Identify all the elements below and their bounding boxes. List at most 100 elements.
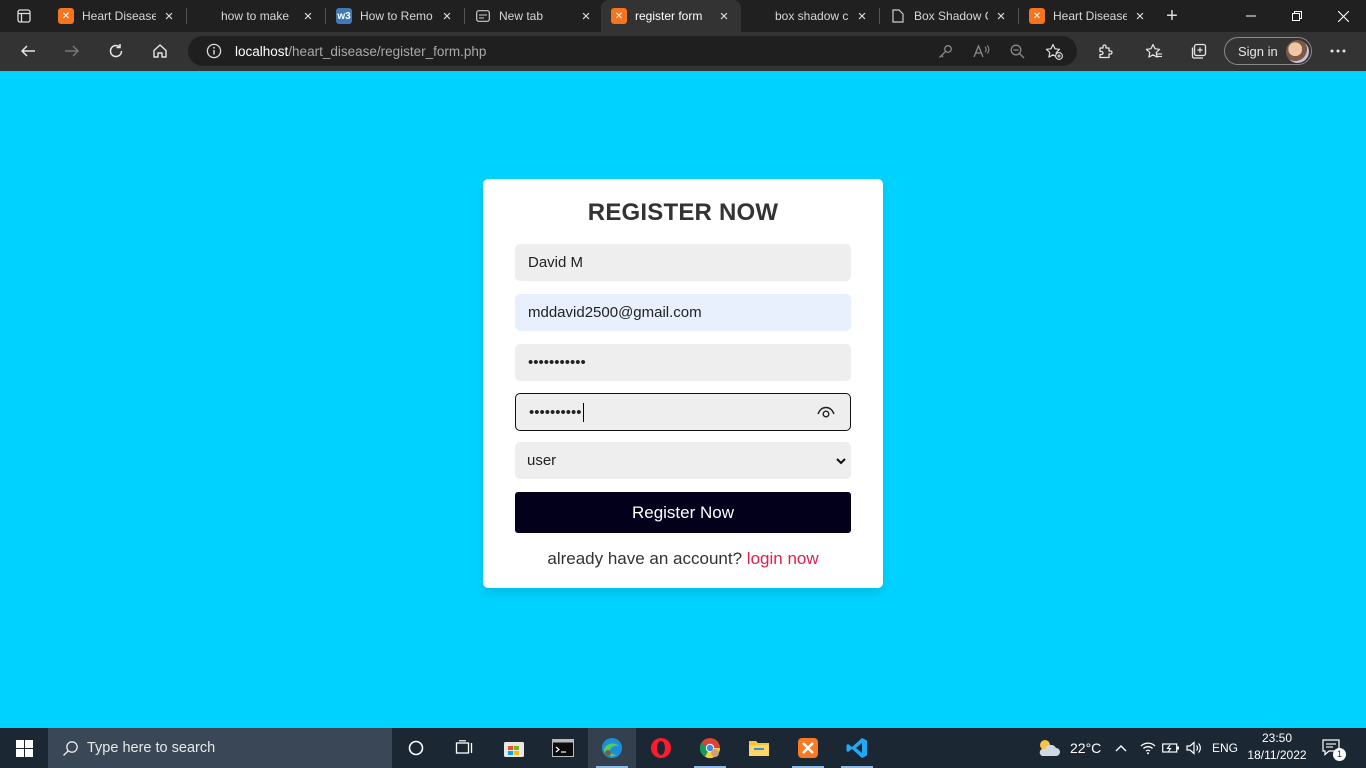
zoom-out-icon[interactable] bbox=[1002, 40, 1032, 62]
file-explorer-app[interactable] bbox=[735, 728, 783, 768]
read-aloud-icon[interactable] bbox=[966, 40, 996, 62]
sign-in-label: Sign in bbox=[1238, 43, 1278, 59]
close-tab-icon[interactable]: × bbox=[1133, 8, 1147, 25]
user-type-selected-value: user bbox=[527, 452, 557, 469]
forward-button[interactable] bbox=[56, 36, 88, 66]
tab-register-form[interactable]: ✕ register form × bbox=[601, 0, 741, 32]
battery-button[interactable] bbox=[1162, 728, 1180, 768]
volume-button[interactable] bbox=[1186, 728, 1203, 768]
login-now-link[interactable]: login now bbox=[747, 549, 819, 568]
close-tab-icon[interactable]: × bbox=[855, 8, 869, 25]
restore-button[interactable] bbox=[1274, 0, 1320, 32]
cortana-button[interactable] bbox=[392, 728, 440, 768]
speaker-icon bbox=[1186, 741, 1201, 755]
network-button[interactable] bbox=[1140, 728, 1156, 768]
login-prompt-text: already have an account? bbox=[547, 549, 743, 568]
close-tab-icon[interactable]: × bbox=[994, 8, 1008, 25]
taskbar-search-box[interactable]: Type here to search bbox=[48, 728, 392, 768]
name-input[interactable]: David M bbox=[515, 244, 851, 281]
close-tab-icon[interactable]: × bbox=[162, 8, 176, 25]
extensions-button[interactable] bbox=[1089, 36, 1121, 66]
close-tab-icon[interactable]: × bbox=[440, 8, 454, 25]
tab-title: how to make bbox=[221, 9, 290, 23]
tab-title: Box Shadow C bbox=[914, 9, 988, 23]
tab-new-tab[interactable]: New tab × bbox=[465, 0, 603, 32]
refresh-icon bbox=[109, 44, 123, 58]
notification-center-button[interactable]: 1 bbox=[1322, 728, 1346, 768]
password-input-value: ••••••••••• bbox=[528, 354, 586, 371]
confirm-password-input-value: •••••••••• bbox=[529, 403, 582, 421]
document-icon bbox=[890, 8, 906, 24]
task-view-button[interactable] bbox=[440, 728, 488, 768]
site-info-icon[interactable] bbox=[198, 43, 230, 59]
tab-title: box shadow c bbox=[775, 9, 849, 23]
vscode-app[interactable] bbox=[833, 728, 881, 768]
favorites-button[interactable] bbox=[1138, 36, 1170, 66]
forward-arrow-icon bbox=[65, 45, 80, 57]
email-input[interactable]: mddavid2500@gmail.com bbox=[515, 294, 851, 331]
edge-app[interactable] bbox=[588, 728, 636, 768]
settings-menu-button[interactable] bbox=[1322, 36, 1354, 66]
form-heading: REGISTER NOW bbox=[587, 199, 779, 226]
close-window-button[interactable] bbox=[1320, 0, 1366, 32]
close-tab-icon[interactable]: × bbox=[301, 8, 315, 25]
chrome-icon bbox=[699, 738, 721, 759]
password-key-icon[interactable] bbox=[930, 40, 960, 62]
tab-title: Heart Disease bbox=[82, 9, 156, 23]
url-text[interactable]: localhost/heart_disease/register_form.ph… bbox=[235, 44, 486, 59]
home-button[interactable] bbox=[144, 36, 176, 66]
tab-heart-disease-2[interactable]: ✕ Heart Disease × bbox=[1019, 0, 1157, 32]
edge-icon bbox=[602, 738, 622, 758]
clock-time: 23:50 bbox=[1261, 731, 1293, 745]
tab-actions-icon bbox=[17, 9, 31, 23]
minimize-icon bbox=[1246, 15, 1256, 17]
add-favorite-icon[interactable] bbox=[1039, 40, 1069, 62]
chevron-down-icon bbox=[835, 454, 847, 471]
url-host: localhost bbox=[235, 43, 289, 59]
show-hidden-icons-button[interactable] bbox=[1114, 728, 1128, 768]
password-input[interactable]: ••••••••••• bbox=[515, 344, 851, 381]
start-button[interactable] bbox=[0, 728, 48, 768]
tab-how-to-remove[interactable]: w3 How to Remo × bbox=[326, 0, 464, 32]
confirm-password-input[interactable]: •••••••••• bbox=[515, 393, 851, 431]
xampp-icon bbox=[798, 738, 818, 758]
xampp-app[interactable] bbox=[784, 728, 832, 768]
terminal-app[interactable] bbox=[539, 728, 587, 768]
newtab-icon bbox=[475, 8, 491, 24]
new-tab-button[interactable]: + bbox=[1158, 0, 1186, 32]
tab-box-shadow-1[interactable]: box shadow c × bbox=[741, 0, 879, 32]
show-password-eye-icon[interactable] bbox=[816, 404, 836, 420]
w3schools-icon: w3 bbox=[336, 8, 352, 24]
chrome-app[interactable] bbox=[686, 728, 734, 768]
vscode-icon bbox=[846, 738, 867, 758]
address-bar[interactable]: localhost/heart_disease/register_form.ph… bbox=[188, 36, 1077, 66]
register-now-button[interactable]: Register Now bbox=[515, 492, 851, 533]
microsoft-store-app[interactable] bbox=[490, 728, 538, 768]
input-language-indicator[interactable]: ENG bbox=[1212, 728, 1238, 768]
close-tab-icon[interactable]: × bbox=[579, 8, 593, 25]
tab-heart-disease-1[interactable]: ✕ Heart Disease × bbox=[48, 0, 186, 32]
taskbar-clock[interactable]: 23:50 18/11/2022 bbox=[1240, 730, 1314, 764]
partly-cloudy-icon bbox=[1039, 740, 1060, 756]
back-button[interactable] bbox=[12, 36, 44, 66]
tab-how-to-make[interactable]: how to make × bbox=[187, 0, 325, 32]
plus-icon: + bbox=[1166, 4, 1178, 27]
edge-blank-icon bbox=[197, 8, 213, 24]
close-icon bbox=[1337, 10, 1349, 22]
tab-box-shadow-2[interactable]: Box Shadow C × bbox=[880, 0, 1018, 32]
opera-app[interactable] bbox=[637, 728, 685, 768]
more-horizontal-icon bbox=[1330, 49, 1346, 53]
browser-tab-bar: ✕ Heart Disease × how to make × w3 How t… bbox=[0, 0, 1366, 32]
tab-title: register form bbox=[635, 9, 703, 23]
user-type-select[interactable]: user bbox=[515, 442, 851, 479]
weather-widget[interactable]: 22°C bbox=[1036, 728, 1101, 768]
minimize-button[interactable] bbox=[1228, 0, 1274, 32]
notification-count-badge: 1 bbox=[1333, 748, 1346, 761]
collections-button[interactable] bbox=[1182, 36, 1214, 66]
restore-icon bbox=[1292, 11, 1302, 21]
refresh-button[interactable] bbox=[100, 36, 132, 66]
tab-actions-button[interactable] bbox=[0, 0, 48, 32]
close-tab-icon[interactable]: × bbox=[717, 8, 731, 25]
back-arrow-icon bbox=[20, 45, 35, 57]
sign-in-button[interactable]: Sign in bbox=[1224, 37, 1312, 65]
